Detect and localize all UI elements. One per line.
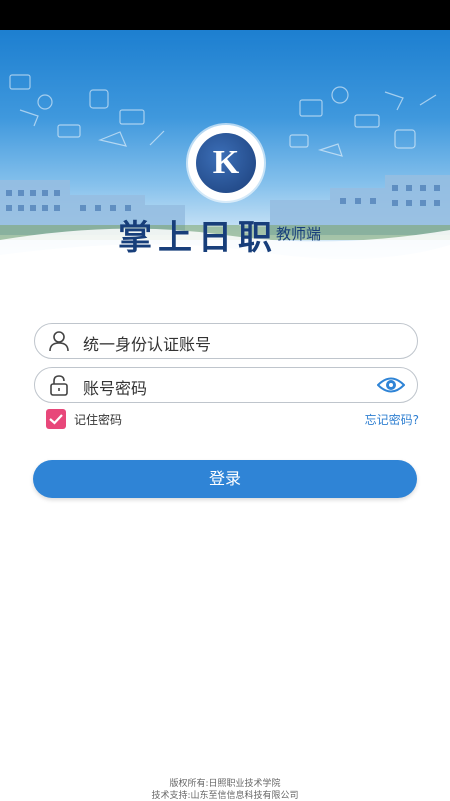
app-subtitle: 教师端 (276, 225, 322, 243)
school-logo: K (188, 125, 264, 201)
footer-support: 技术支持:山东至信信息科技有限公司 (151, 791, 299, 801)
app-title: 掌上日职 (118, 218, 278, 258)
lock-icon (50, 375, 68, 396)
checkmark-icon (49, 414, 63, 425)
remember-checkbox[interactable] (46, 409, 66, 429)
remember-label: 记住密码 (74, 413, 123, 427)
account-field[interactable]: 统一身份认证账号 (34, 323, 418, 359)
account-placeholder: 统一身份认证账号 (83, 335, 212, 354)
eye-icon[interactable] (377, 374, 405, 396)
password-field[interactable]: 账号密码 (34, 367, 418, 403)
logo-emblem: K (196, 133, 256, 193)
login-button[interactable]: 登录 (33, 460, 417, 498)
logo-letter: K (212, 144, 240, 181)
password-placeholder: 账号密码 (83, 379, 148, 398)
user-icon (49, 331, 69, 352)
status-bar (0, 0, 450, 30)
header-banner: K 掌上日职 教师端 (0, 30, 450, 280)
forgot-password-link[interactable]: 忘记密码? (365, 411, 419, 428)
